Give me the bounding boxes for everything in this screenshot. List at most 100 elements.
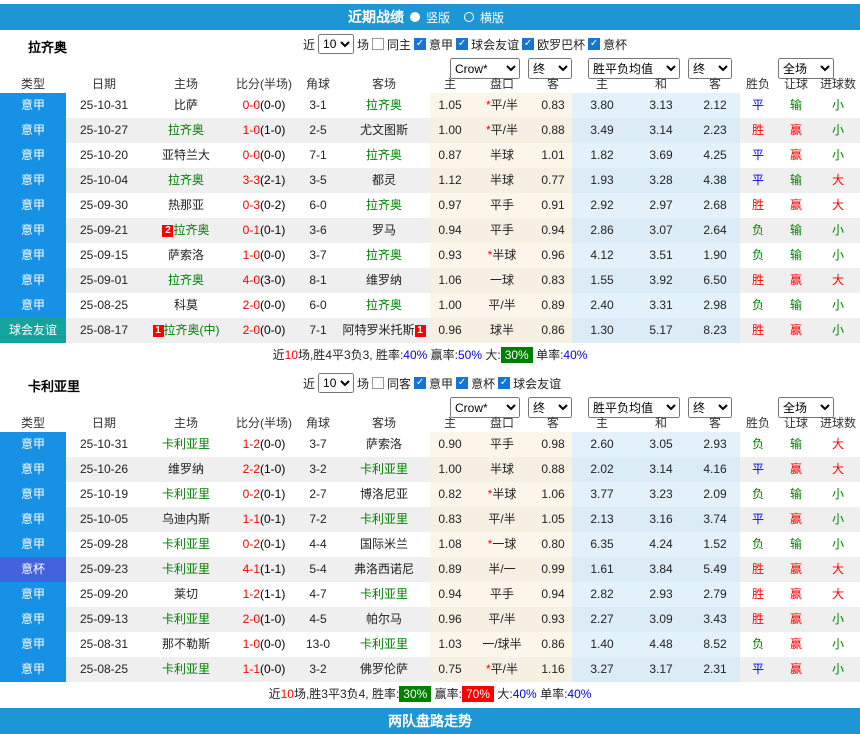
vertical-layout-label[interactable]: 竖版 (426, 9, 450, 26)
home-odds: 1.08 (430, 532, 470, 557)
home-team[interactable]: 莱切 (142, 582, 230, 607)
away-team[interactable]: 拉齐奥 (338, 143, 430, 168)
home-team[interactable]: 萨索洛 (142, 243, 230, 268)
home-odds: 1.00 (430, 457, 470, 482)
avg-away-odds: 6.50 (690, 268, 740, 293)
same-venue-checkbox[interactable] (372, 38, 384, 50)
home-team[interactable]: 热那亚 (142, 193, 230, 218)
corner-score: 6-0 (298, 293, 338, 318)
home-team[interactable]: 卡利亚里 (142, 482, 230, 507)
handicap-outcome: 输 (776, 243, 816, 268)
home-team[interactable]: 乌迪内斯 (142, 507, 230, 532)
match-score: 2-0(1-0) (230, 607, 298, 632)
league-checkbox-label[interactable]: 球会友谊 (471, 36, 519, 53)
league-checkbox-label[interactable]: 意杯 (603, 36, 627, 53)
away-team[interactable]: 卡利亚里 (338, 507, 430, 532)
away-team[interactable]: 罗马 (338, 218, 430, 243)
away-team[interactable]: 尤文图斯 (338, 118, 430, 143)
away-team[interactable]: 卡利亚里 (338, 582, 430, 607)
same-venue-label[interactable]: 同主 (387, 36, 411, 53)
away-team[interactable]: 弗洛西诺尼 (338, 557, 430, 582)
home-team[interactable]: 拉齐奥 (142, 168, 230, 193)
league-checkbox-label[interactable]: 意甲 (429, 375, 453, 392)
league-checkbox[interactable]: ✓ (456, 38, 468, 50)
result-outcome: 胜 (740, 268, 776, 293)
handicap-outcome: 赢 (776, 632, 816, 657)
home-team[interactable]: 拉齐奥 (142, 268, 230, 293)
home-team[interactable]: 拉齐奥 (142, 118, 230, 143)
column-label-type: 类型 (0, 414, 66, 431)
home-team[interactable]: 卡利亚里 (142, 607, 230, 632)
home-team[interactable]: 那不勒斯 (142, 632, 230, 657)
home-team[interactable]: 2拉齐奥 (142, 218, 230, 243)
avg-draw-odds: 3.17 (632, 657, 690, 682)
away-team[interactable]: 佛罗伦萨 (338, 657, 430, 682)
match-type-badge: 意甲 (0, 218, 66, 243)
match-type-badge: 意甲 (0, 193, 66, 218)
handicap-line: 半球 (470, 457, 534, 482)
record-summary: 近10场,胜4平3负3, 胜率:40% 赢率:50% 大:30% 单率:40% (0, 345, 860, 365)
summary-segment: 40% (513, 687, 537, 701)
match-type-badge: 意甲 (0, 118, 66, 143)
league-checkbox[interactable]: ✓ (414, 38, 426, 50)
match-count-select[interactable]: 10 (318, 34, 354, 54)
away-team[interactable]: 拉齐奥 (338, 243, 430, 268)
away-team[interactable]: 博洛尼亚 (338, 482, 430, 507)
league-checkbox-label[interactable]: 意甲 (429, 36, 453, 53)
league-checkbox[interactable]: ✓ (522, 38, 534, 50)
team-name: 卡利亚里 (28, 376, 80, 395)
home-team[interactable]: 亚特兰大 (142, 143, 230, 168)
column-label-goals: 进球数 (816, 414, 860, 431)
league-checkbox[interactable]: ✓ (498, 377, 510, 389)
match-date: 25-10-04 (66, 168, 142, 193)
away-team[interactable]: 拉齐奥 (338, 193, 430, 218)
home-team[interactable]: 维罗纳 (142, 457, 230, 482)
away-team[interactable]: 拉齐奥 (338, 293, 430, 318)
home-odds: 1.00 (430, 118, 470, 143)
away-team[interactable]: 阿特罗米托斯1 (338, 318, 430, 343)
matches-label: 场 (357, 375, 369, 392)
league-checkbox-label[interactable]: 球会友谊 (513, 375, 561, 392)
corner-score: 2-5 (298, 118, 338, 143)
league-checkbox[interactable]: ✓ (414, 377, 426, 389)
league-checkbox[interactable]: ✓ (588, 38, 600, 50)
league-checkbox-label[interactable]: 意杯 (471, 375, 495, 392)
handicap-outcome: 赢 (776, 318, 816, 343)
away-team[interactable]: 帕尔马 (338, 607, 430, 632)
away-team[interactable]: 国际米兰 (338, 532, 430, 557)
away-team[interactable]: 拉齐奥 (338, 93, 430, 118)
home-team[interactable]: 卡利亚里 (142, 532, 230, 557)
home-odds: 0.96 (430, 607, 470, 632)
same-venue-label[interactable]: 同客 (387, 375, 411, 392)
away-team[interactable]: 萨索洛 (338, 432, 430, 457)
home-team[interactable]: 卡利亚里 (142, 557, 230, 582)
avg-home-odds: 2.27 (572, 607, 632, 632)
avg-home-odds: 4.12 (572, 243, 632, 268)
filter-row: 卡利亚里 近 10 场 同客 ✓意甲✓意杯✓球会友谊 (0, 369, 860, 396)
avg-draw-odds: 3.09 (632, 607, 690, 632)
away-odds: 0.86 (534, 318, 572, 343)
avg-home-odds: 2.86 (572, 218, 632, 243)
match-count-select[interactable]: 10 (318, 373, 354, 393)
vertical-layout-radio[interactable] (410, 12, 420, 22)
away-team[interactable]: 卡利亚里 (338, 632, 430, 657)
goals-outcome: 大 (816, 268, 860, 293)
match-type-badge: 意甲 (0, 532, 66, 557)
home-team[interactable]: 卡利亚里 (142, 432, 230, 457)
away-team[interactable]: 都灵 (338, 168, 430, 193)
home-odds: 0.75 (430, 657, 470, 682)
away-team[interactable]: 维罗纳 (338, 268, 430, 293)
home-team[interactable]: 比萨 (142, 93, 230, 118)
league-checkbox-label[interactable]: 欧罗巴杯 (537, 36, 585, 53)
avg-away-odds: 8.23 (690, 318, 740, 343)
match-score: 0-2(0-1) (230, 482, 298, 507)
home-team[interactable]: 科莫 (142, 293, 230, 318)
away-team[interactable]: 卡利亚里 (338, 457, 430, 482)
home-team[interactable]: 1拉齐奥(中) (142, 318, 230, 343)
horizontal-layout-label[interactable]: 横版 (480, 9, 504, 26)
same-venue-checkbox[interactable] (372, 377, 384, 389)
league-checkbox[interactable]: ✓ (456, 377, 468, 389)
handicap-outcome: 赢 (776, 582, 816, 607)
horizontal-layout-radio[interactable] (464, 12, 474, 22)
home-team[interactable]: 卡利亚里 (142, 657, 230, 682)
